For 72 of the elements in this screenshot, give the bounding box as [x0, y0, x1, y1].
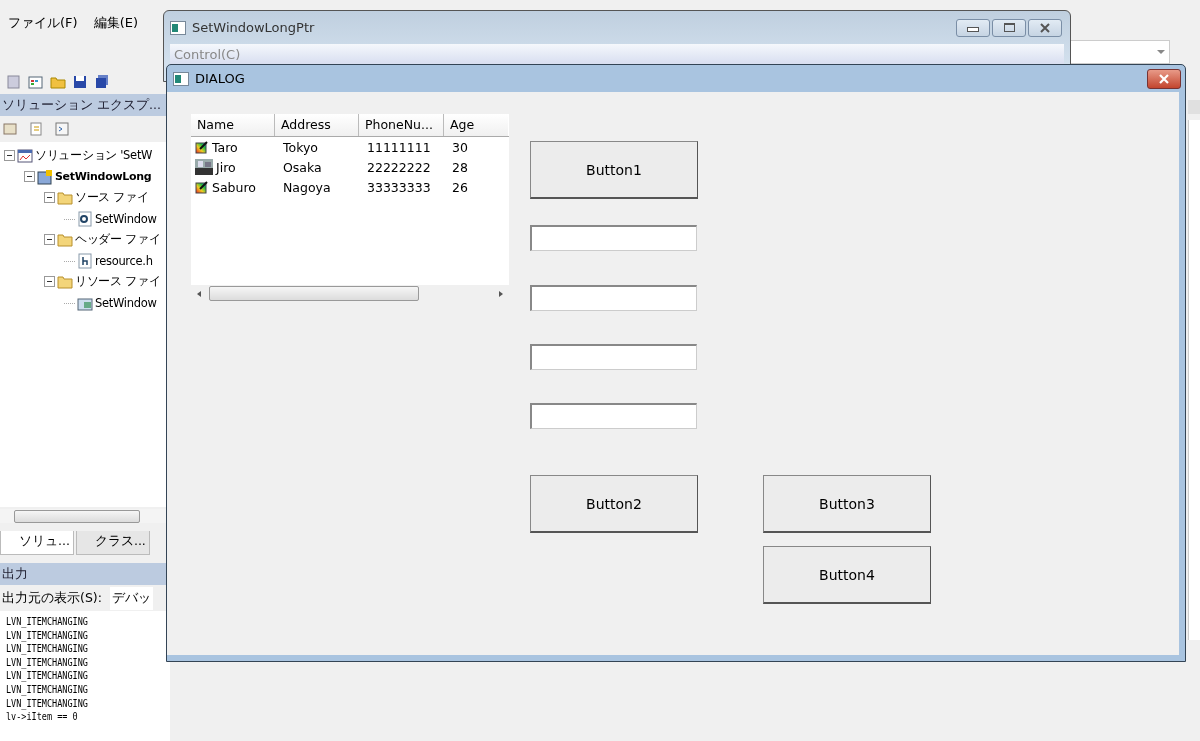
- add-item-icon[interactable]: [28, 74, 44, 90]
- table-cell: 26: [452, 179, 468, 195]
- folder-icon: [57, 274, 73, 289]
- tree-item[interactable]: SetWindow: [95, 295, 157, 310]
- push-button[interactable]: Button4: [763, 546, 931, 604]
- menu-item[interactable]: 編集(E): [93, 14, 138, 44]
- window-icon: [173, 71, 189, 86]
- column-header[interactable]: Address: [275, 114, 359, 136]
- push-button[interactable]: Button1: [530, 141, 698, 199]
- window-icon: [170, 20, 186, 35]
- cpp-file-icon: [77, 210, 93, 227]
- table-cell: Nagoya: [283, 179, 331, 195]
- table-cell: Jiro: [216, 159, 236, 175]
- save-all-icon[interactable]: [94, 74, 110, 90]
- panel-tab[interactable]: クラス...: [75, 531, 150, 555]
- minimize-button[interactable]: [956, 18, 990, 37]
- table-cell: Osaka: [283, 159, 322, 175]
- input-field[interactable]: [530, 225, 697, 251]
- window-title: SetWindowLongPtr: [192, 20, 315, 35]
- input-field[interactable]: [530, 344, 697, 370]
- output-source-label: 出力元の表示(S):: [2, 589, 102, 607]
- column-header[interactable]: PhoneNu...: [359, 114, 444, 136]
- table-cell: Taro: [212, 139, 238, 155]
- list-view[interactable]: Name Address PhoneNu... Age Taro Tokyo 11111111 30 Jiro Osaka 22222222 28 Saburo Nagoya 33333333 26: [191, 114, 509, 302]
- column-header[interactable]: Name: [191, 114, 275, 136]
- push-button[interactable]: Button2: [530, 475, 698, 533]
- solution-icon: [17, 147, 33, 164]
- collapse-toggle-icon[interactable]: [24, 171, 35, 182]
- output-line: LVN_ITEMCHANGING: [6, 642, 89, 656]
- output-line: LVN_ITEMCHANGING: [6, 696, 89, 711]
- collapse-toggle-icon[interactable]: [4, 150, 15, 161]
- panel-tab[interactable]: ソリュ...: [0, 531, 74, 555]
- output-line: LVN_ITEMCHANGING: [6, 655, 89, 670]
- tree-item[interactable]: SetWindowLong: [55, 170, 152, 183]
- collapse-toggle-icon[interactable]: [44, 234, 55, 245]
- table-cell: Saburo: [212, 179, 256, 195]
- table-cell: 28: [452, 159, 468, 175]
- table-cell: 22222222: [367, 159, 431, 175]
- output-line: LVN_ITEMCHANGING: [6, 628, 89, 643]
- header-file-icon: [77, 252, 93, 269]
- pencil-icon: [195, 180, 209, 194]
- output-line: LVN_ITEMCHANGING: [6, 682, 89, 697]
- input-field[interactable]: [530, 403, 697, 429]
- table-cell: 33333333: [367, 179, 431, 195]
- table-cell: 11111111: [367, 139, 431, 155]
- collapse-toggle-icon[interactable]: [44, 192, 55, 203]
- input-field[interactable]: [530, 285, 697, 311]
- close-button[interactable]: [1028, 18, 1062, 37]
- output-source-dropdown[interactable]: デバッ: [109, 586, 153, 610]
- tree-item[interactable]: ソリューション 'SetW: [35, 148, 153, 163]
- folder-icon: [57, 232, 73, 247]
- table-cell: 30: [452, 139, 468, 155]
- save-icon[interactable]: [72, 74, 88, 90]
- folder-icon: [57, 190, 73, 205]
- tree-item[interactable]: ソース ファイ: [75, 190, 149, 205]
- tree-item[interactable]: SetWindow: [95, 211, 157, 226]
- tree-item[interactable]: ヘッダー ファイ: [75, 232, 161, 247]
- menu-item[interactable]: ファイル(F): [8, 14, 78, 44]
- output-line: LVN_ITEMCHANGING: [6, 669, 89, 683]
- close-button[interactable]: [1147, 68, 1181, 89]
- tree-item[interactable]: リソース ファイ: [75, 274, 161, 289]
- table-cell: Tokyo: [283, 139, 318, 155]
- maximize-button[interactable]: [992, 18, 1026, 37]
- pencil-icon: [195, 140, 209, 154]
- tree-item[interactable]: resource.h: [95, 253, 153, 268]
- collapse-toggle-icon[interactable]: [44, 276, 55, 287]
- view-code-icon[interactable]: [54, 121, 70, 137]
- window-title: DIALOG: [195, 71, 245, 86]
- project-icon: [37, 168, 53, 185]
- output-line: lv->iItem == 0: [6, 710, 79, 724]
- output-line: LVN_ITEMCHANGING: [6, 615, 89, 629]
- push-button[interactable]: Button3: [763, 475, 931, 533]
